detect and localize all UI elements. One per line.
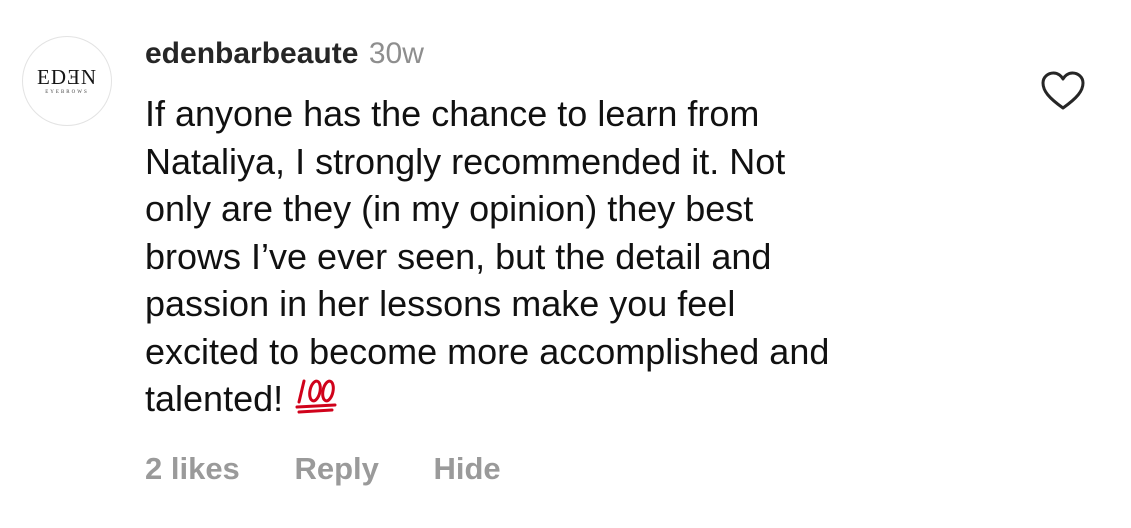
hide-button[interactable]: Hide (433, 448, 500, 490)
avatar-logo-subtext: EYEBROWS (45, 90, 89, 95)
heart-outline-icon (1041, 71, 1085, 110)
like-button[interactable] (1040, 70, 1086, 112)
avatar-logo-text: EDƎN (37, 65, 97, 89)
comment-body: If anyone has the chance to learn from N… (145, 90, 1025, 427)
reply-button[interactable]: Reply (294, 448, 378, 490)
comment-item: EDƎN EYEBROWS edenbarbeaute 30w If anyon… (0, 0, 1131, 528)
comment-timestamp: 30w (368, 37, 424, 70)
hundred-points-emoji (295, 377, 339, 427)
comment-text: If anyone has the chance to learn from N… (145, 93, 830, 419)
comment-actions: 2 likes Reply Hide (145, 448, 547, 490)
username-link[interactable]: edenbarbeaute (145, 37, 358, 70)
avatar[interactable]: EDƎN EYEBROWS (22, 36, 112, 126)
likes-count-link[interactable]: 2 likes (145, 448, 240, 490)
comment-header: edenbarbeaute 30w (145, 34, 424, 74)
